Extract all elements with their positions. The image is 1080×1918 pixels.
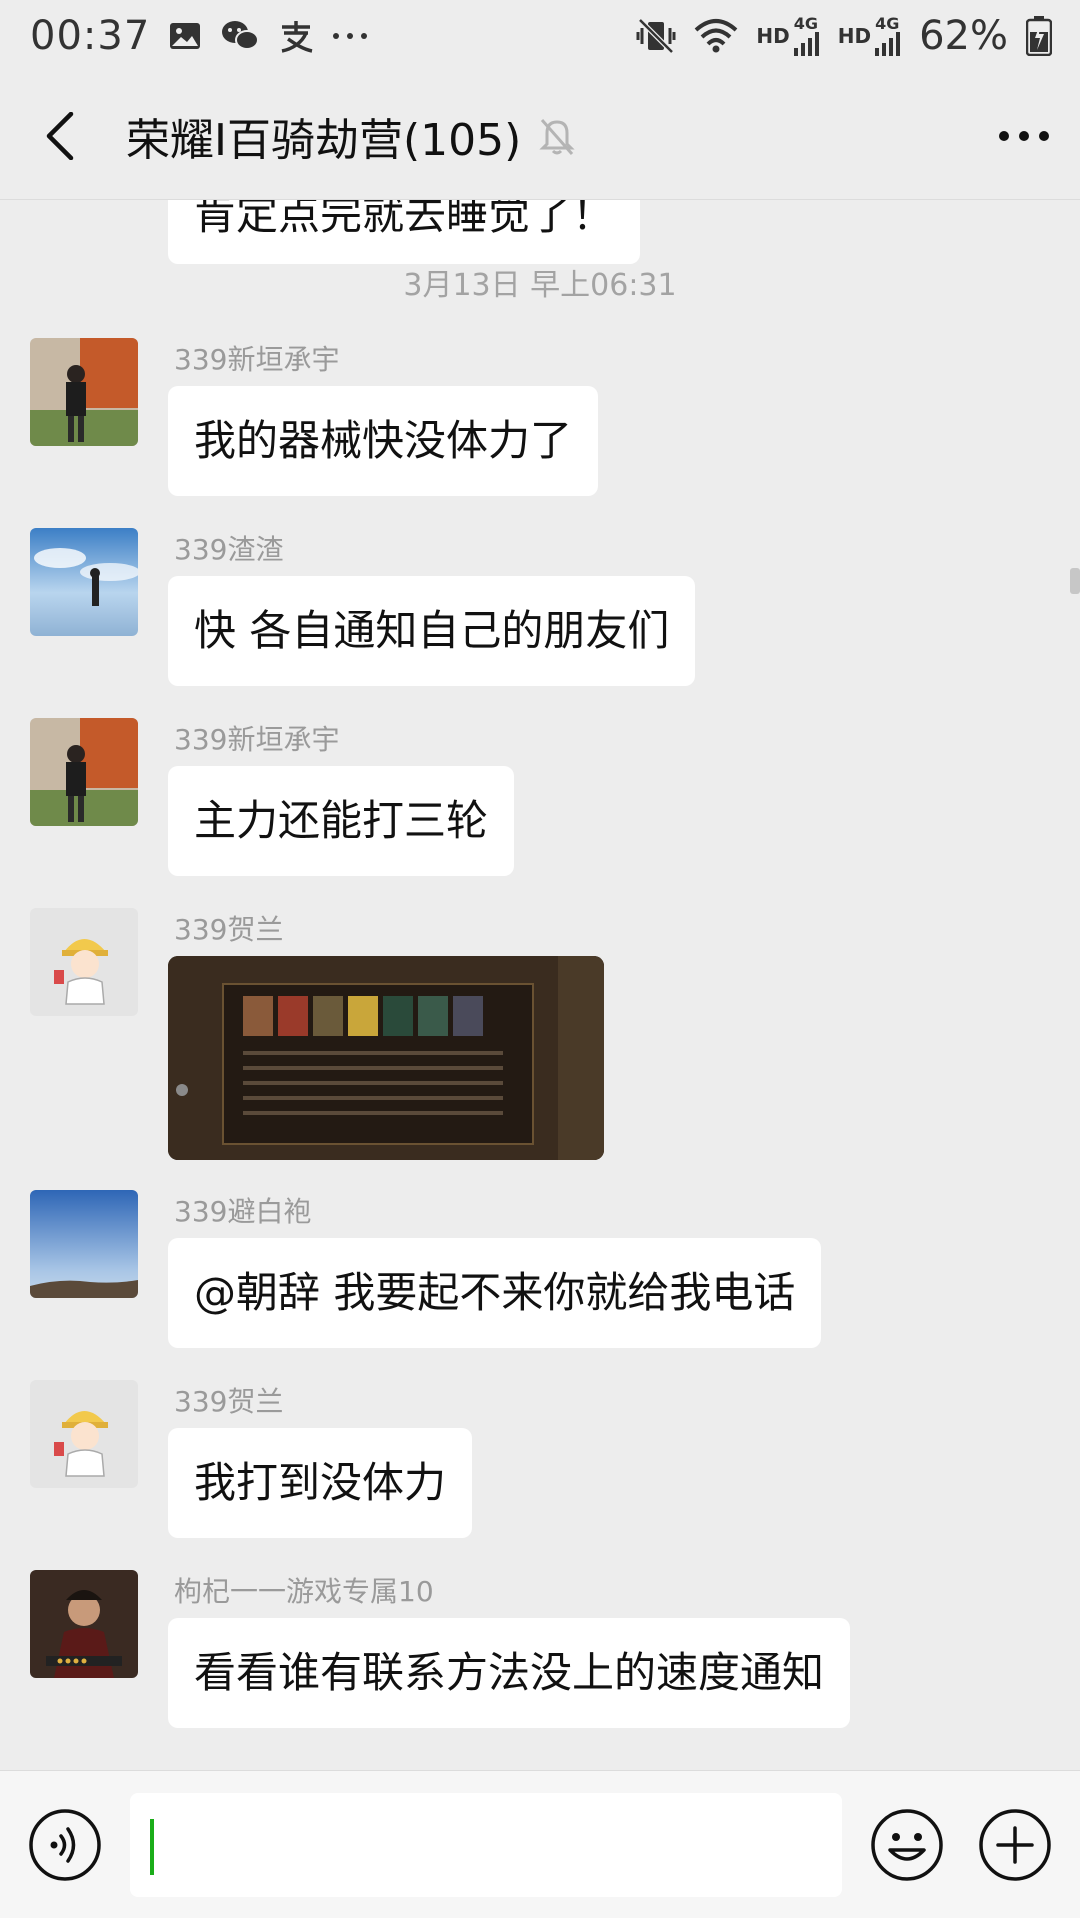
- message-bubble[interactable]: 看看谁有联系方法没上的速度通知: [168, 1618, 851, 1728]
- sender-name: 339渣渣: [174, 533, 284, 566]
- plus-icon[interactable]: [978, 1808, 1052, 1882]
- status-bar: 00:37 HD 4G HD 4G 62%: [0, 0, 1080, 72]
- image-icon: [168, 21, 202, 51]
- sender-name: 339贺兰: [174, 1385, 284, 1418]
- input-bar: [0, 1770, 1080, 1918]
- message-bubble[interactable]: 主力还能打三轮: [168, 766, 515, 876]
- avatar[interactable]: [30, 1380, 138, 1488]
- sender-name: 339贺兰: [174, 913, 284, 946]
- avatar[interactable]: [30, 1190, 138, 1298]
- hd-4g-signal-icon: HD 4G: [756, 16, 819, 56]
- avatar[interactable]: [30, 338, 138, 446]
- more-horizontal-icon[interactable]: [998, 130, 1050, 142]
- status-time: 00:37: [30, 13, 151, 59]
- sender-name: 339新垣承宇: [174, 343, 340, 376]
- message-list[interactable]: 肯定点完就去睡觉了！ 3月13日 早上06:31 339新垣承宇 我的器械快没体…: [0, 200, 1080, 1770]
- message-bubble[interactable]: 我的器械快没体力了: [168, 386, 599, 496]
- alipay-icon: [278, 19, 314, 53]
- vibrate-mute-icon: [636, 18, 676, 54]
- emoji-icon[interactable]: [870, 1808, 944, 1882]
- wifi-icon: [694, 18, 738, 54]
- back-arrow-icon[interactable]: [30, 106, 90, 166]
- battery-percent: 62%: [919, 13, 1008, 59]
- text-caret: [150, 1819, 154, 1875]
- chat-title: 荣耀I百骑劫营(105): [126, 114, 522, 166]
- mute-bell-icon: [539, 116, 575, 156]
- message-bubble[interactable]: 肯定点完就去睡觉了！: [168, 200, 641, 264]
- message-bubble[interactable]: @朝辞 我要起不来你就给我电话: [168, 1238, 822, 1348]
- voice-icon[interactable]: [28, 1808, 102, 1882]
- battery-icon: [1026, 16, 1052, 56]
- sender-name: 339新垣承宇: [174, 723, 340, 756]
- scrollbar-thumb[interactable]: [1070, 568, 1080, 594]
- timestamp: 3月13日 早上06:31: [403, 268, 677, 303]
- more-dots-icon: [332, 31, 368, 41]
- avatar[interactable]: [30, 528, 138, 636]
- sender-name: 枸杞一一游戏专属10: [174, 1575, 434, 1608]
- message-input[interactable]: [130, 1793, 842, 1897]
- wechat-icon: [220, 19, 260, 53]
- avatar[interactable]: [30, 718, 138, 826]
- hd-4g-signal-icon: HD 4G: [838, 16, 901, 56]
- avatar[interactable]: [30, 1570, 138, 1678]
- message-bubble[interactable]: 快 各自通知自己的朋友们: [168, 576, 696, 686]
- image-message[interactable]: [168, 956, 604, 1160]
- message-bubble[interactable]: 我打到没体力: [168, 1428, 473, 1538]
- chat-header: 荣耀I百骑劫营(105): [0, 72, 1080, 200]
- sender-name: 339避白袍: [174, 1195, 312, 1228]
- avatar[interactable]: [30, 908, 138, 1016]
